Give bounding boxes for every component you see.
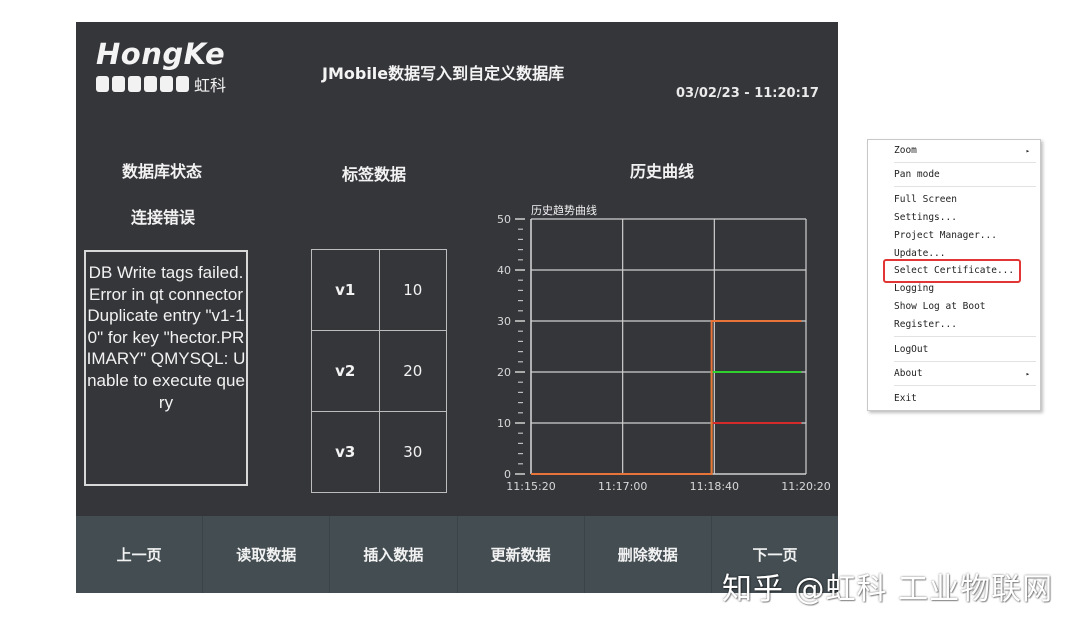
menu-item-exit[interactable]: Exit <box>894 391 1032 407</box>
menu-item-logging[interactable]: Logging <box>894 281 1032 297</box>
y-tick-label: 10 <box>497 417 511 430</box>
menu-separator <box>894 162 1036 163</box>
submenu-arrow-icon: ▸ <box>1025 147 1030 155</box>
series-line-v1 <box>531 422 802 475</box>
y-tick-label: 30 <box>497 315 511 328</box>
menu-separator <box>894 186 1036 187</box>
series-line-v3 <box>531 320 802 475</box>
menu-item-project-manager[interactable]: Project Manager... <box>894 228 1032 244</box>
insert-data-button[interactable]: 插入数据 <box>330 516 458 593</box>
submenu-arrow-icon: ▸ <box>1025 370 1030 378</box>
menu-item-show-log-at-boot[interactable]: Show Log at Boot <box>894 299 1032 315</box>
menu-item-label: About <box>894 368 923 379</box>
highlight-annotation-box <box>883 259 1021 283</box>
menu-item-register[interactable]: Register... <box>894 317 1032 333</box>
x-tick-label: 11:15:20 <box>506 480 555 493</box>
prev-page-button[interactable]: 上一页 <box>76 516 204 593</box>
menu-item-settings[interactable]: Settings... <box>894 210 1032 226</box>
menu-separator <box>894 361 1036 362</box>
menu-item-full-screen[interactable]: Full Screen <box>894 192 1032 208</box>
menu-separator <box>894 336 1036 337</box>
read-data-button[interactable]: 读取数据 <box>203 516 331 593</box>
menu-separator <box>894 385 1036 386</box>
y-tick-label: 50 <box>497 213 511 226</box>
watermark: 知乎 @虹科 工业物联网 <box>722 572 1054 607</box>
hmi-panel: HongKe 虹科 JMobile数据写入到自定义数据库 03/02/23 - … <box>76 22 838 593</box>
x-tick-label: 11:18:40 <box>690 480 739 493</box>
x-tick-label: 11:17:00 <box>598 480 647 493</box>
delete-data-button[interactable]: 删除数据 <box>585 516 712 593</box>
y-tick-label: 40 <box>497 264 511 277</box>
menu-item-logout[interactable]: LogOut <box>894 342 1032 358</box>
y-tick-label: 20 <box>497 366 511 379</box>
menu-item-label: Zoom <box>894 145 917 156</box>
trend-chart: 历史趋势曲线0102030405011:15:20 11:17:00 11:18:4… <box>497 203 831 493</box>
chart-title: 历史趋势曲线 <box>531 203 597 217</box>
update-data-button[interactable]: 更新数据 <box>458 516 585 593</box>
menu-item-about[interactable]: About ▸ <box>894 366 1032 382</box>
menu-item-zoom[interactable]: Zoom ▸ <box>894 143 1032 159</box>
x-tick-label: 11:20:20 <box>781 480 830 493</box>
menu-item-pan-mode[interactable]: Pan mode <box>894 167 1032 183</box>
